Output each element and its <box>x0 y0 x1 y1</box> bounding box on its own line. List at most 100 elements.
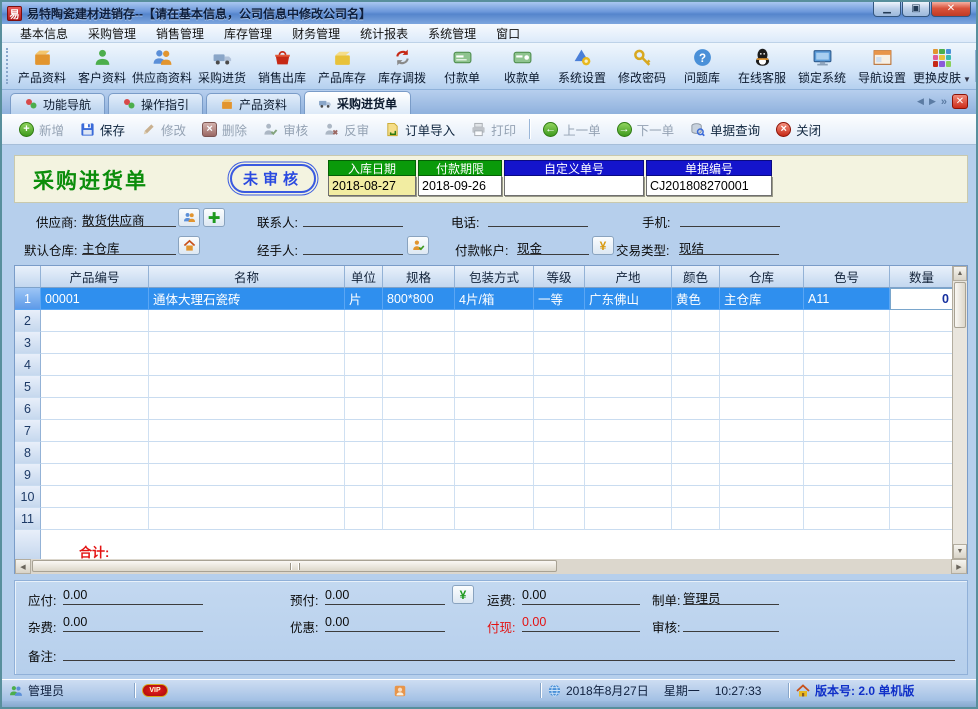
maximize-button[interactable]: ▣ <box>902 2 930 17</box>
table-row[interactable]: 6 <box>15 398 954 420</box>
table-cell[interactable]: 广东佛山 <box>585 288 672 310</box>
menu-finance[interactable]: 财务管理 <box>282 24 350 43</box>
table-cell[interactable] <box>345 464 383 486</box>
row-number[interactable]: 11 <box>15 508 41 530</box>
table-cell[interactable] <box>672 464 720 486</box>
table-cell[interactable] <box>672 508 720 530</box>
table-cell[interactable] <box>41 442 149 464</box>
menu-window[interactable]: 窗口 <box>486 24 530 43</box>
table-cell[interactable] <box>720 442 804 464</box>
table-cell[interactable] <box>41 464 149 486</box>
table-cell[interactable] <box>383 376 455 398</box>
menu-inventory[interactable]: 库存管理 <box>214 24 282 43</box>
save-button[interactable]: 保存 <box>73 117 132 142</box>
print-button[interactable]: 打印 <box>464 117 523 142</box>
table-cell[interactable] <box>41 420 149 442</box>
table-cell[interactable] <box>383 486 455 508</box>
table-cell[interactable] <box>345 508 383 530</box>
table-cell[interactable] <box>345 332 383 354</box>
system-settings-button[interactable]: 系统设置 <box>552 43 612 89</box>
table-cell[interactable] <box>890 376 954 398</box>
table-cell[interactable] <box>804 464 890 486</box>
table-cell[interactable]: 黄色 <box>672 288 720 310</box>
payment-deadline-value[interactable]: 2018-09-26 <box>418 176 502 196</box>
remark-input[interactable] <box>63 644 955 661</box>
handler-lookup-button[interactable] <box>407 236 429 255</box>
table-cell[interactable] <box>534 420 585 442</box>
table-cell[interactable] <box>149 354 345 376</box>
nav-settings-button[interactable]: 导航设置 <box>852 43 912 89</box>
row-number[interactable]: 5 <box>15 376 41 398</box>
table-cell[interactable] <box>41 376 149 398</box>
table-cell[interactable] <box>890 508 954 530</box>
tab-purchase-order[interactable]: 采购进货单 <box>304 91 411 114</box>
table-cell[interactable]: A11 <box>804 288 890 310</box>
table-cell[interactable] <box>720 398 804 420</box>
table-cell[interactable] <box>149 464 345 486</box>
table-cell[interactable] <box>345 442 383 464</box>
table-cell[interactable] <box>455 508 534 530</box>
table-cell[interactable] <box>455 310 534 332</box>
table-cell[interactable] <box>149 420 345 442</box>
table-row[interactable]: 10 <box>15 486 954 508</box>
table-cell[interactable]: 片 <box>345 288 383 310</box>
table-cell[interactable] <box>455 332 534 354</box>
table-cell[interactable] <box>672 486 720 508</box>
table-cell[interactable] <box>585 508 672 530</box>
receipt-bill-button[interactable]: 收款单 <box>492 43 552 89</box>
table-cell[interactable] <box>672 420 720 442</box>
col-packing[interactable]: 包装方式 <box>455 266 534 288</box>
table-cell[interactable] <box>455 420 534 442</box>
table-cell[interactable] <box>585 354 672 376</box>
table-cell[interactable] <box>383 310 455 332</box>
col-color[interactable]: 颜色 <box>672 266 720 288</box>
horizontal-scrollbar[interactable]: ◀ ▶ <box>15 559 967 574</box>
table-row[interactable]: 2 <box>15 310 954 332</box>
prepaid-lookup-button[interactable]: ¥ <box>452 585 474 604</box>
table-cell[interactable] <box>455 442 534 464</box>
table-cell[interactable] <box>720 310 804 332</box>
change-skin-button[interactable]: 更换皮肤▼ <box>912 43 972 89</box>
table-cell[interactable] <box>534 442 585 464</box>
table-cell[interactable]: 00001 <box>41 288 149 310</box>
table-cell[interactable] <box>804 508 890 530</box>
table-cell[interactable] <box>149 310 345 332</box>
table-cell[interactable] <box>345 376 383 398</box>
freight-value[interactable]: 0.00 <box>522 588 640 605</box>
trade-type-input[interactable]: 现结 <box>679 238 779 255</box>
menu-basic-info[interactable]: 基本信息 <box>10 24 78 43</box>
cash-paid-value[interactable]: 0.00 <box>522 615 640 632</box>
modify-button[interactable]: 修改 <box>134 117 193 142</box>
table-cell[interactable] <box>720 376 804 398</box>
table-cell[interactable] <box>534 398 585 420</box>
table-cell[interactable] <box>804 376 890 398</box>
table-cell[interactable] <box>804 420 890 442</box>
table-cell[interactable] <box>720 354 804 376</box>
table-cell[interactable] <box>41 310 149 332</box>
col-origin[interactable]: 产地 <box>585 266 672 288</box>
supplier-input[interactable]: 散货供应商 <box>82 210 176 227</box>
table-cell[interactable] <box>383 508 455 530</box>
table-cell[interactable] <box>890 442 954 464</box>
pay-account-input[interactable]: 现金 <box>517 238 589 255</box>
handler-input[interactable] <box>303 238 403 255</box>
misc-fee-value[interactable]: 0.00 <box>63 615 203 632</box>
table-cell[interactable] <box>534 354 585 376</box>
tab-operation-guide[interactable]: 操作指引 <box>108 93 203 114</box>
supplier-data-button[interactable]: 供应商资料 <box>132 43 192 89</box>
doc-query-button[interactable]: 单据查询 <box>683 117 767 142</box>
payment-bill-button[interactable]: 付款单 <box>432 43 492 89</box>
add-button[interactable]: +新增 <box>12 117 71 142</box>
table-cell[interactable] <box>149 376 345 398</box>
table-cell[interactable] <box>672 376 720 398</box>
table-cell[interactable] <box>149 508 345 530</box>
col-unit[interactable]: 单位 <box>345 266 383 288</box>
table-cell[interactable] <box>804 354 890 376</box>
change-password-button[interactable]: 修改密码 <box>612 43 672 89</box>
table-cell[interactable] <box>890 464 954 486</box>
table-cell[interactable] <box>585 332 672 354</box>
supplier-lookup-button[interactable] <box>178 208 200 227</box>
col-name[interactable]: 名称 <box>149 266 345 288</box>
table-cell[interactable] <box>149 332 345 354</box>
table-cell[interactable] <box>804 486 890 508</box>
